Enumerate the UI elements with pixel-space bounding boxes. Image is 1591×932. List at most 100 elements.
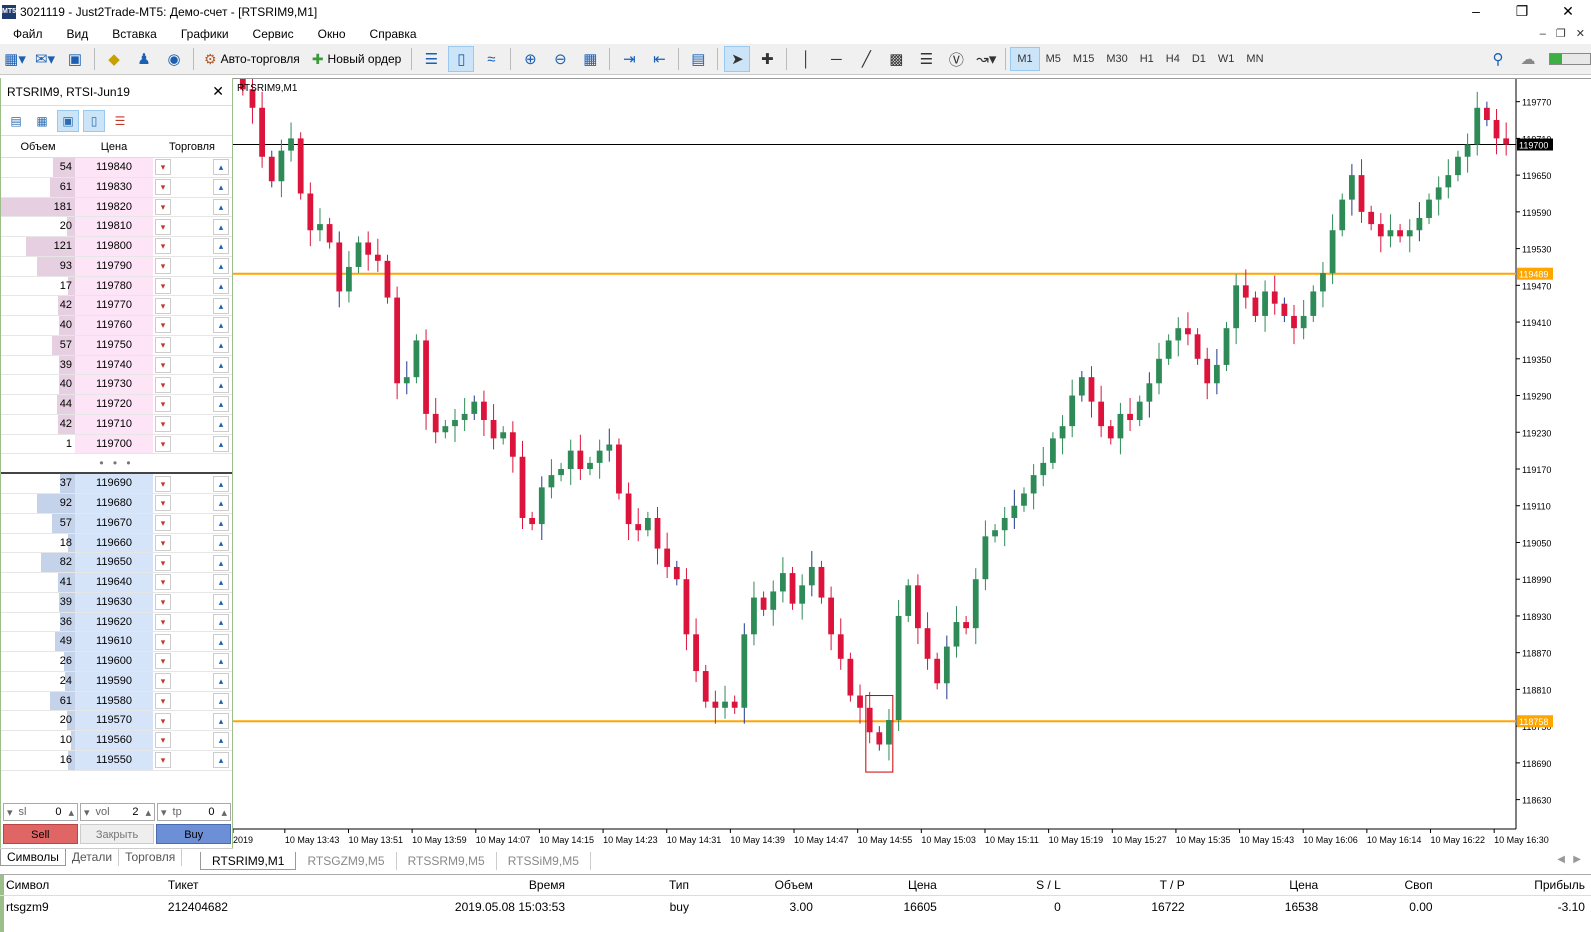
ask-row[interactable]: 42 119710 ▾ ▴ xyxy=(1,414,232,435)
menu-help[interactable]: Справка xyxy=(357,27,428,41)
sell-level-button[interactable]: ▾ xyxy=(155,396,171,413)
sl-value[interactable]: 0 xyxy=(29,806,65,818)
sell-level-button[interactable]: ▾ xyxy=(155,633,171,650)
buy-button[interactable]: Buy xyxy=(156,824,232,844)
restore-button[interactable]: ❐ xyxy=(1499,0,1545,24)
sell-level-button[interactable]: ▾ xyxy=(155,218,171,235)
buy-level-button[interactable]: ▴ xyxy=(213,356,229,373)
vol-value[interactable]: 2 xyxy=(113,806,143,818)
bid-row[interactable]: 24 119590 ▾ ▴ xyxy=(1,671,232,692)
sell-level-button[interactable]: ▾ xyxy=(155,337,171,354)
ask-row[interactable]: 121 119800 ▾ ▴ xyxy=(1,237,232,257)
tf-m5[interactable]: M5 xyxy=(1040,47,1067,71)
bar-chart-icon[interactable]: ☰ xyxy=(418,46,444,72)
price-value[interactable]: 119770 xyxy=(75,296,153,315)
data-window-icon[interactable]: ◆ xyxy=(101,46,127,72)
ask-row[interactable]: 40 119760 ▾ ▴ xyxy=(1,316,232,336)
profiles-icon[interactable]: ✉▾ xyxy=(32,46,58,72)
fibonacci-icon[interactable]: ☰ xyxy=(913,46,939,72)
bid-row[interactable]: 26 119600 ▾ ▴ xyxy=(1,652,232,672)
tab-symbols[interactable]: Символы xyxy=(0,849,66,866)
column-header[interactable]: T / P xyxy=(1067,878,1191,892)
sell-level-button[interactable]: ▾ xyxy=(155,435,171,452)
close-icon[interactable]: ✕ xyxy=(212,83,224,100)
menu-tools[interactable]: Сервис xyxy=(240,27,305,41)
ask-row[interactable]: 44 119720 ▾ ▴ xyxy=(1,395,232,415)
price-value[interactable]: 119560 xyxy=(75,731,153,750)
bid-row[interactable]: 18 119660 ▾ ▴ xyxy=(1,533,232,554)
bid-row[interactable]: 36 119620 ▾ ▴ xyxy=(1,612,232,633)
mdi-close-button[interactable]: ✕ xyxy=(1576,24,1585,44)
sell-level-button[interactable]: ▾ xyxy=(155,258,171,275)
crosshair-icon[interactable]: ✚ xyxy=(754,46,780,72)
price-value[interactable]: 119590 xyxy=(75,671,153,691)
ask-row[interactable]: 54 119840 ▾ ▴ xyxy=(1,158,232,178)
price-value[interactable]: 119710 xyxy=(75,414,153,434)
buy-level-button[interactable]: ▴ xyxy=(213,653,229,670)
sell-level-button[interactable]: ▾ xyxy=(155,594,171,611)
trend-line-icon[interactable]: ╱ xyxy=(853,46,879,72)
buy-level-button[interactable]: ▴ xyxy=(213,376,229,393)
buy-level-button[interactable]: ▴ xyxy=(213,495,229,512)
bid-row[interactable]: 39 119630 ▾ ▴ xyxy=(1,592,232,613)
buy-level-button[interactable]: ▴ xyxy=(213,258,229,275)
ask-row[interactable]: 181 119820 ▾ ▴ xyxy=(1,197,232,218)
new-chart-icon[interactable]: ▦▾ xyxy=(2,46,28,72)
sell-level-button[interactable]: ▾ xyxy=(155,277,171,294)
price-value[interactable]: 119680 xyxy=(75,494,153,513)
price-value[interactable]: 119720 xyxy=(75,395,153,414)
buy-level-button[interactable]: ▴ xyxy=(213,435,229,452)
price-value[interactable]: 119750 xyxy=(75,335,153,355)
column-header[interactable]: Символ xyxy=(0,878,162,892)
tf-mn[interactable]: MN xyxy=(1240,47,1269,71)
sell-level-button[interactable]: ▾ xyxy=(155,416,171,433)
buy-level-button[interactable]: ▴ xyxy=(213,712,229,729)
price-value[interactable]: 119640 xyxy=(75,573,153,592)
sell-level-button[interactable]: ▾ xyxy=(155,613,171,630)
menu-view[interactable]: Вид xyxy=(54,27,100,41)
sell-level-button[interactable]: ▾ xyxy=(155,515,171,532)
ask-row[interactable]: 42 119770 ▾ ▴ xyxy=(1,296,232,316)
buy-level-button[interactable]: ▴ xyxy=(213,198,229,215)
candlestick-chart-icon[interactable]: ▯ xyxy=(448,46,475,72)
sl-stepper[interactable]: ▾ sl 0 ▴ xyxy=(3,803,78,821)
ask-row[interactable]: 17 119780 ▾ ▴ xyxy=(1,276,232,297)
price-value[interactable]: 119790 xyxy=(75,256,153,276)
buy-level-button[interactable]: ▴ xyxy=(213,752,229,769)
text-icon[interactable]: Ⓥ xyxy=(943,46,969,72)
buy-level-button[interactable]: ▴ xyxy=(213,554,229,571)
sell-level-button[interactable]: ▾ xyxy=(155,376,171,393)
table-row[interactable]: rtsgzm9 212404682 2019.05.08 15:03:53 buy 3.… xyxy=(0,896,1591,917)
buy-level-button[interactable]: ▴ xyxy=(213,297,229,314)
price-value[interactable]: 119760 xyxy=(75,316,153,335)
chart-tab-scroll[interactable]: ◀ ▶ xyxy=(1557,854,1581,865)
sell-level-button[interactable]: ▾ xyxy=(155,238,171,255)
column-header[interactable]: Прибыль xyxy=(1439,878,1591,892)
tf-h4[interactable]: H4 xyxy=(1160,47,1186,71)
line-chart-icon[interactable]: ≈ xyxy=(478,46,504,72)
zoom-in-icon[interactable]: ⊕ xyxy=(517,46,543,72)
menu-window[interactable]: Окно xyxy=(305,27,357,41)
bid-row[interactable]: 49 119610 ▾ ▴ xyxy=(1,632,232,652)
price-value[interactable]: 119740 xyxy=(75,355,153,375)
price-value[interactable]: 119800 xyxy=(75,237,153,256)
price-value[interactable]: 119620 xyxy=(75,612,153,632)
bid-row[interactable]: 16 119550 ▾ ▴ xyxy=(1,750,232,771)
price-value[interactable]: 119580 xyxy=(75,691,153,711)
menu-insert[interactable]: Вставка xyxy=(99,27,168,41)
sell-level-button[interactable]: ▾ xyxy=(155,653,171,670)
buy-level-button[interactable]: ▴ xyxy=(213,337,229,354)
indicators-icon[interactable]: ▤ xyxy=(685,46,711,72)
close-window-button[interactable]: ✕ xyxy=(1545,0,1591,24)
price-value[interactable]: 119650 xyxy=(75,553,153,572)
bid-row[interactable]: 41 119640 ▾ ▴ xyxy=(1,573,232,593)
bid-row[interactable]: 82 119650 ▾ ▴ xyxy=(1,553,232,573)
buy-level-button[interactable]: ▴ xyxy=(213,534,229,551)
sell-level-button[interactable]: ▾ xyxy=(155,752,171,769)
vertical-line-icon[interactable]: │ xyxy=(793,46,819,72)
column-header[interactable]: S / L xyxy=(943,878,1067,892)
buy-level-button[interactable]: ▴ xyxy=(213,594,229,611)
ask-row[interactable]: 93 119790 ▾ ▴ xyxy=(1,256,232,277)
arrows-icon[interactable]: ↝▾ xyxy=(973,46,999,72)
signals-icon[interactable]: ◉ xyxy=(161,46,187,72)
